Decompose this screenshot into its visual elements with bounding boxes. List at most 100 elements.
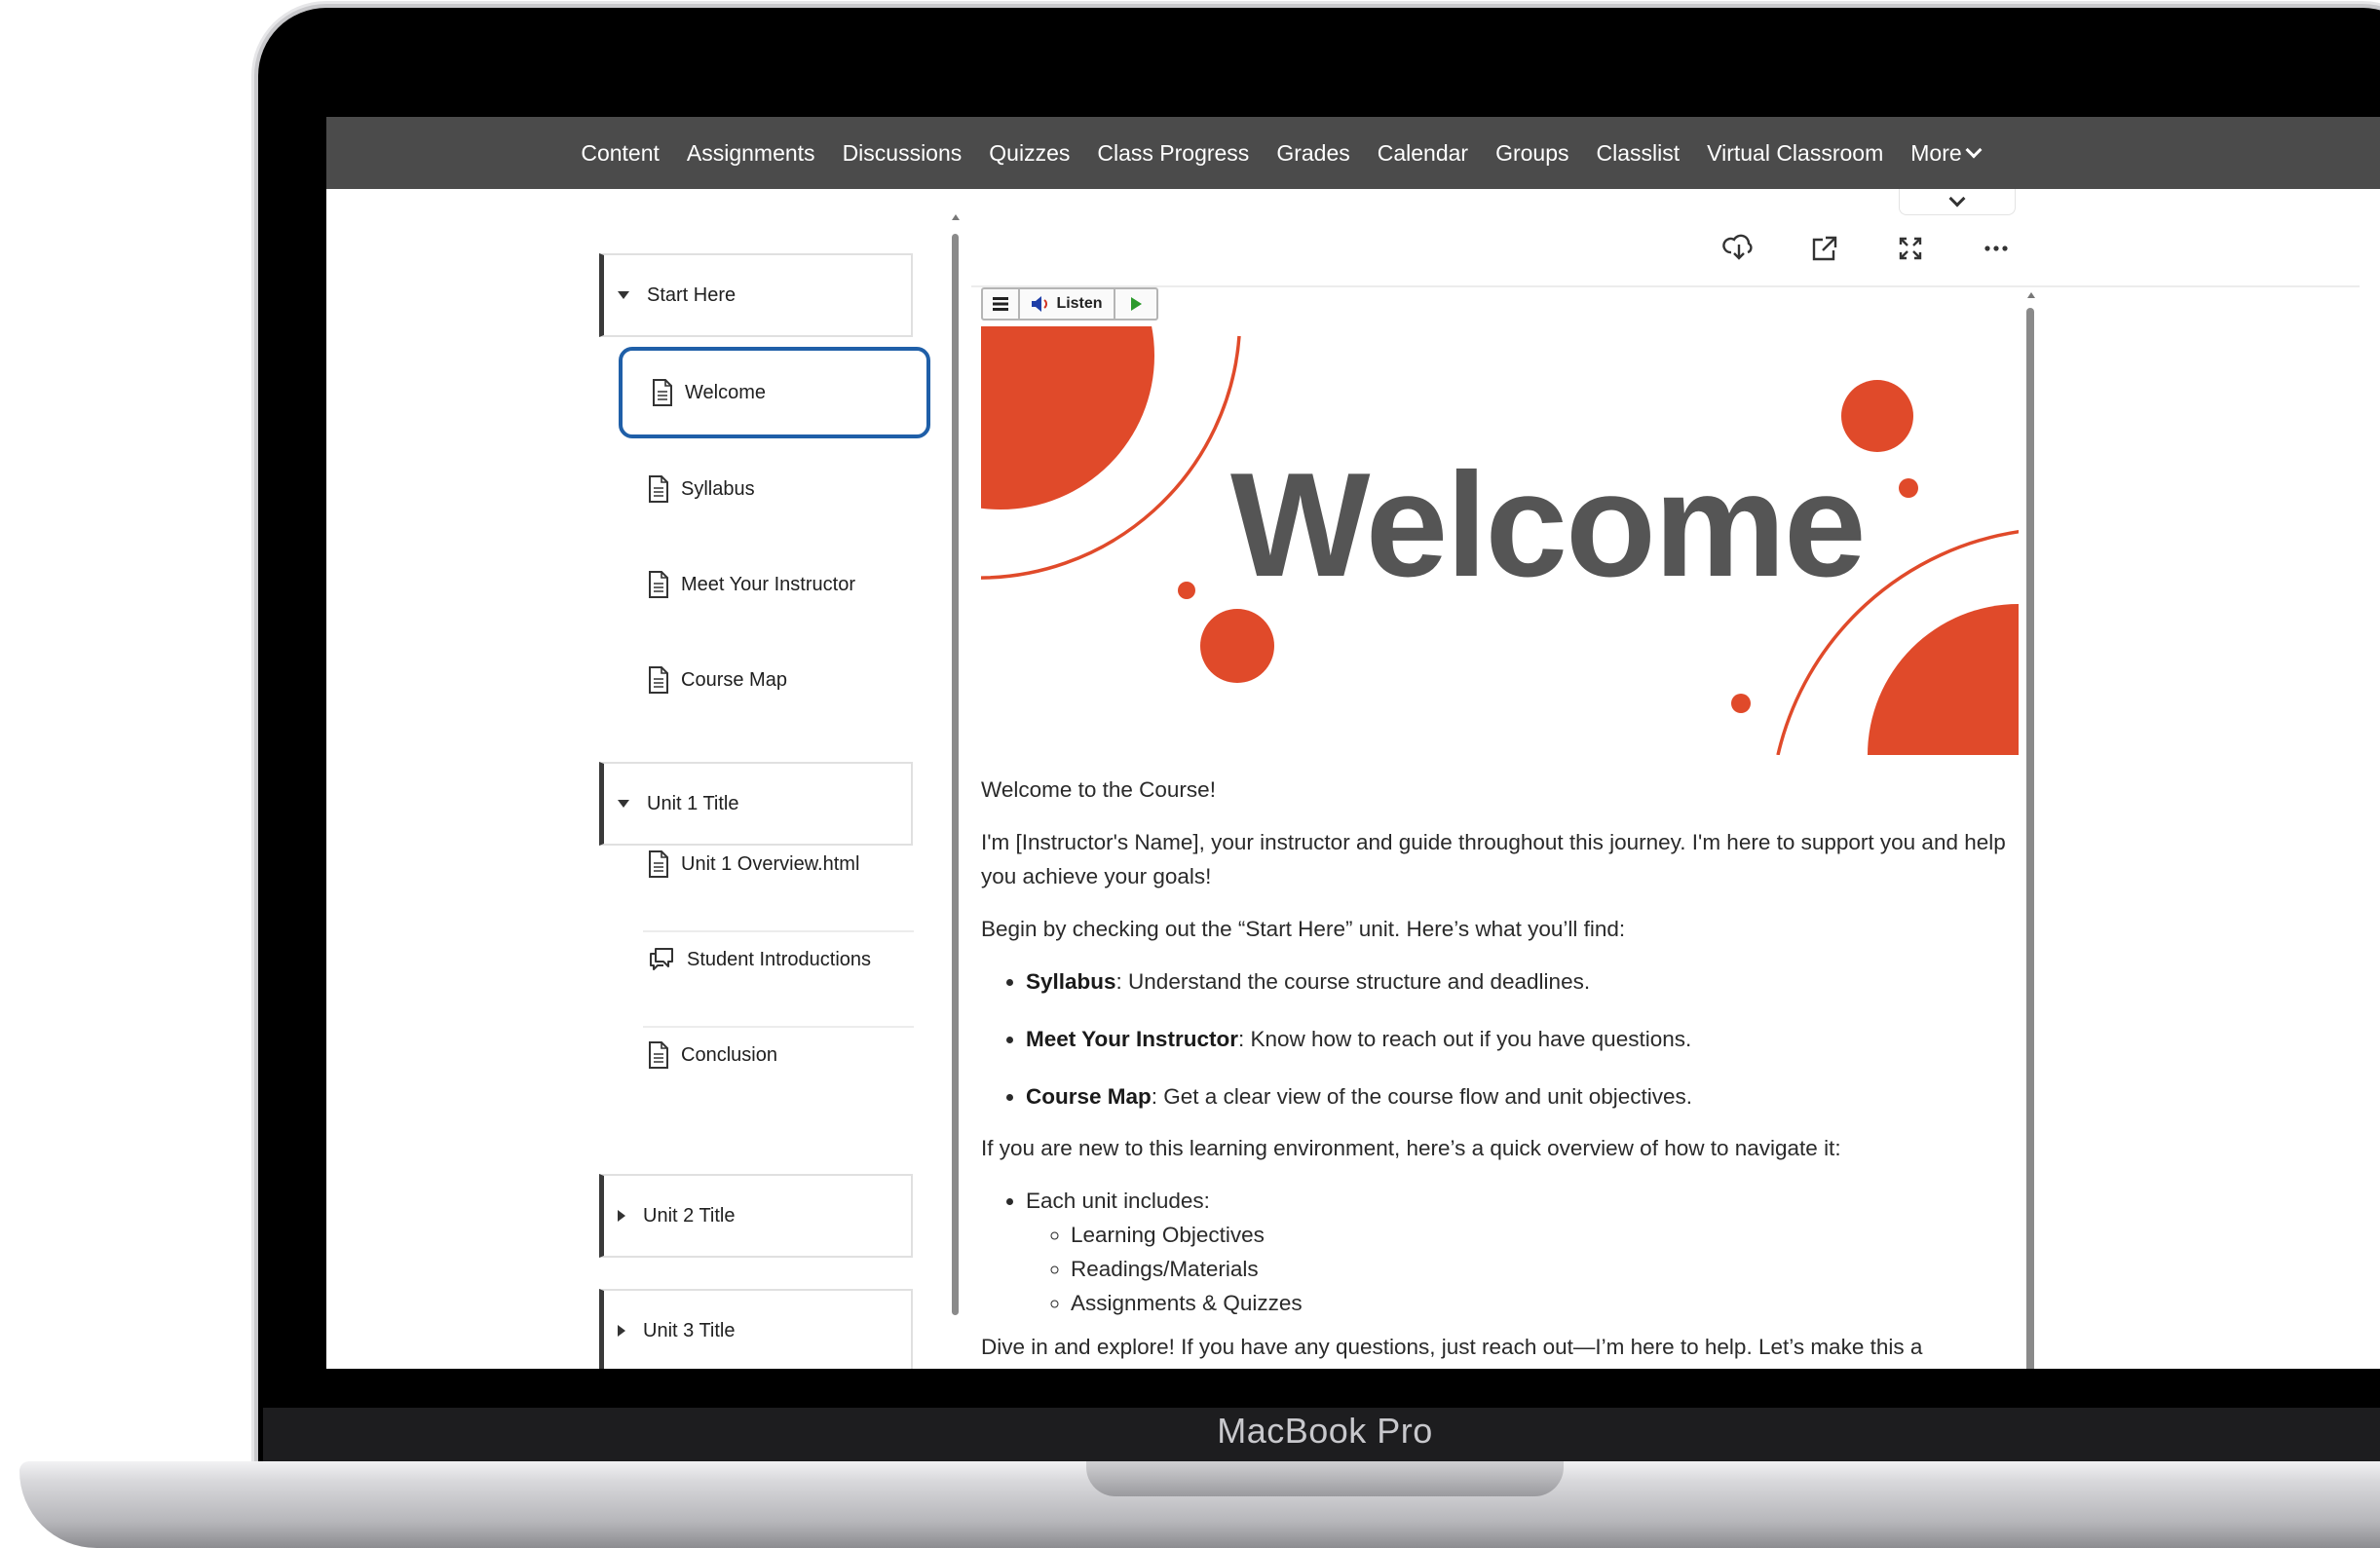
banner-circle-large [1868,604,2019,755]
list-item: Course Map: Get a clear view of the cour… [1026,1079,2019,1114]
laptop-notch [1086,1461,1564,1496]
open-external-icon[interactable] [1805,229,1844,268]
topic-label: Student Introductions [687,948,872,970]
banner-title: Welcome [1230,442,1865,608]
scrollbar-thumb[interactable] [952,234,959,1315]
caret-down-icon [618,800,629,808]
list-item: Each unit includes: Learning Objectives … [1026,1184,2019,1320]
read-aloud-toolbar: Listen [981,287,1158,321]
play-button[interactable] [1115,289,1156,319]
start-here-list: Syllabus: Understand the course structur… [981,964,2019,1114]
module-label: Unit 1 Title [647,792,739,814]
course-navbar: Content Assignments Discussions Quizzes … [326,117,2380,189]
content-frame: Listen Welcome Welcome to the Course! I'… [971,285,2360,1369]
nav-more-menu[interactable]: More [1910,139,1983,167]
banner-circle-large [981,326,1154,510]
topic-label: Conclusion [681,1043,777,1066]
caret-right-icon [618,1325,625,1337]
banner-circle [1841,380,1913,452]
topic-student-introductions[interactable]: Student Introductions [619,914,930,1005]
nav-groups[interactable]: Groups [1495,140,1568,167]
nav-content[interactable]: Content [581,140,660,167]
caret-down-icon [618,291,629,299]
sidebar-scrollbar[interactable] [952,214,960,1369]
list-term: Syllabus [1026,969,1116,994]
list-text: : Know how to reach out if you have ques… [1237,1027,1692,1051]
nav-assignments[interactable]: Assignments [687,140,815,167]
module-unit-3[interactable]: Unit 3 Title [599,1289,913,1369]
caret-right-icon [618,1210,625,1222]
topic-label: Course Map [681,668,787,691]
nav-classlist[interactable]: Classlist [1597,140,1681,167]
screen: Content Assignments Discussions Quizzes … [326,117,2380,1369]
list-term: Meet Your Instructor [1026,1027,1238,1051]
paragraph: If you are new to this learning environm… [981,1136,1841,1160]
listen-button[interactable]: Listen [1020,289,1115,319]
play-icon [1131,297,1142,311]
banner-dot [1731,694,1751,713]
banner-circle [1200,609,1274,683]
list-item: Meet Your Instructor: Know how to reach … [1026,1022,2019,1056]
module-label: Start Here [647,283,737,306]
chevron-down-icon [1948,190,1966,208]
content-toolbar [1719,229,2051,268]
menu-icon [993,297,1008,311]
topic-unit-1-overview[interactable]: Unit 1 Overview.html [619,818,930,910]
topic-label: Unit 1 Overview.html [681,852,860,875]
nav-virtual-classroom[interactable]: Virtual Classroom [1707,140,1883,167]
topic-conclusion[interactable]: Conclusion [619,1009,930,1101]
scrollbar-thumb[interactable] [2026,308,2034,1369]
fullscreen-icon[interactable] [1891,229,1930,268]
device-label: MacBook Pro [1217,1411,1433,1451]
nav-quizzes[interactable]: Quizzes [989,140,1070,167]
paragraph: I'm [Instructor's Name], your instructor… [981,830,2006,888]
list-item: Syllabus: Understand the course structur… [1026,964,2019,999]
nav-discussions[interactable]: Discussions [843,140,963,167]
document-icon [649,1041,668,1069]
download-icon[interactable] [1719,229,1758,268]
document-icon [649,475,668,503]
topic-label: Welcome [685,381,766,403]
topic-course-map[interactable]: Course Map [619,634,930,726]
nav-grades[interactable]: Grades [1276,140,1349,167]
more-options-icon[interactable] [1977,229,2016,268]
list-text: : Get a clear view of the course flow an… [1151,1084,1693,1109]
nav-class-progress[interactable]: Class Progress [1097,140,1249,167]
module-start-here[interactable]: Start Here [599,253,913,337]
read-aloud-menu-button[interactable] [983,289,1020,319]
welcome-article: Welcome to the Course! I'm [Instructor's… [981,773,2019,1369]
module-unit-2[interactable]: Unit 2 Title [599,1174,913,1258]
welcome-banner: Welcome [981,326,2019,755]
listen-label: Listen [1056,295,1103,312]
content-scrollbar[interactable] [2026,292,2036,1369]
nav-calendar[interactable]: Calendar [1378,140,1468,167]
document-icon [649,850,668,878]
document-icon [649,666,668,694]
topic-meet-your-instructor[interactable]: Meet Your Instructor [619,539,930,630]
scroll-up-arrow-icon[interactable] [952,214,960,220]
collapse-navbar-button[interactable] [1899,189,2016,215]
list-term: Course Map [1026,1084,1152,1109]
speaker-icon [1032,296,1048,312]
discussion-icon [650,948,673,970]
chevron-down-icon [1965,141,1983,159]
nav-more-label: More [1910,139,1962,166]
paragraph: Begin by checking out the “Start Here” u… [981,917,1626,941]
list-text: : Understand the course structure and de… [1115,969,1591,994]
module-label: Unit 2 Title [643,1204,736,1227]
intro-text: Welcome to the Course! [981,777,1216,802]
paragraph: Dive in and explore! If you have any que… [981,1335,1923,1359]
topic-label: Syllabus [681,477,755,500]
topic-syllabus[interactable]: Syllabus [619,443,930,535]
content-sidebar: Start Here Welcome Syllabus Meet Your In… [599,214,930,1369]
sublist-item: Readings/Materials [1071,1252,2019,1286]
topic-welcome[interactable]: Welcome [619,347,930,438]
scroll-up-arrow-icon[interactable] [2027,292,2035,298]
document-icon [649,571,668,598]
banner-dot [1899,478,1918,498]
list-text: Each unit includes: [1026,1189,1210,1213]
topic-label: Meet Your Instructor [681,573,855,595]
banner-dot [1178,582,1195,599]
document-icon [653,379,672,406]
module-label: Unit 3 Title [643,1319,736,1341]
